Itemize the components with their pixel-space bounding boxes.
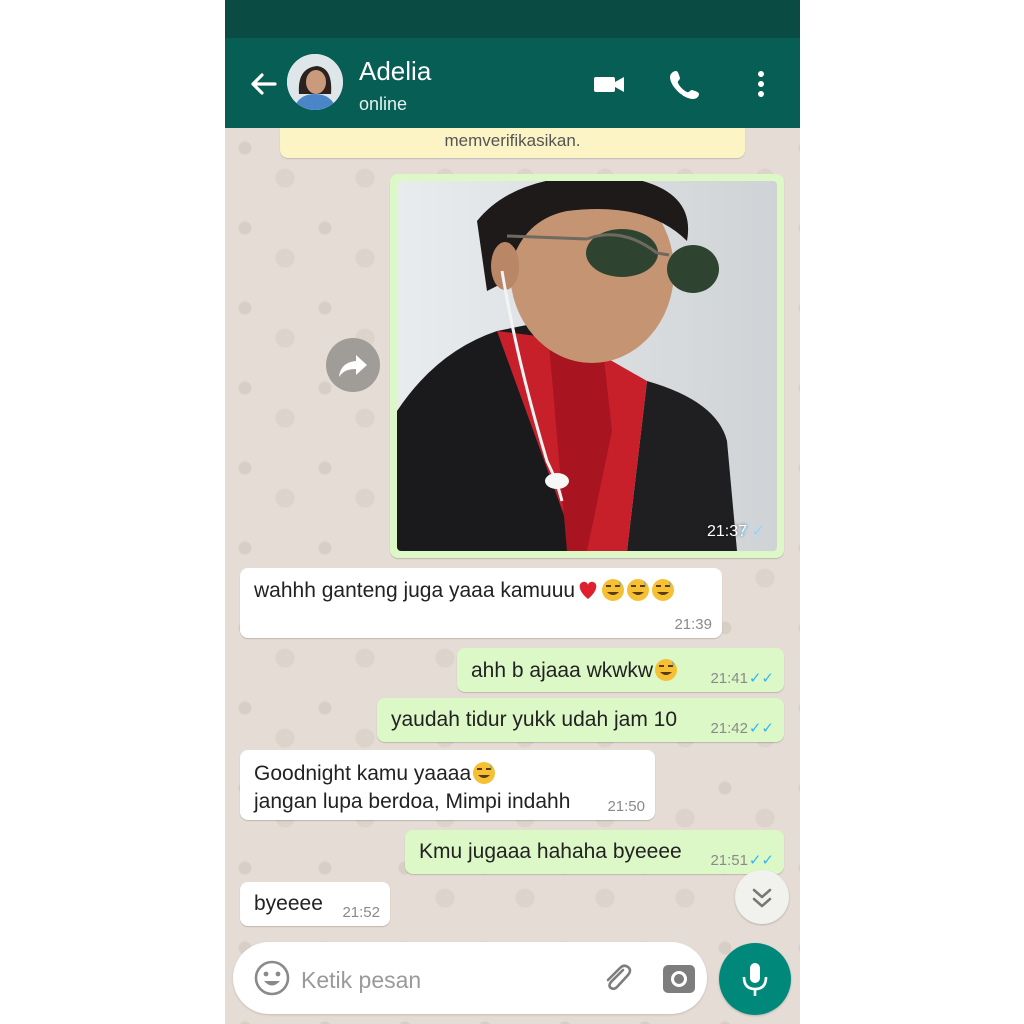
message-text: Goodnight kamu yaaaa jangan lupa berdoa, … [254, 762, 571, 813]
message-time: 21:42 [710, 720, 748, 737]
message-time: 21:39 [674, 616, 712, 633]
sent-photo[interactable]: 21:37 ✓✓ [397, 181, 777, 551]
read-ticks-icon: ✓✓ [738, 523, 765, 540]
chat-header: Adelia online [225, 38, 800, 128]
encryption-notice: memverifikasikan. [280, 128, 745, 158]
attach-icon[interactable] [599, 960, 635, 996]
outgoing-message[interactable]: Kmu jugaaa hahaha byeeee 21:51 ✓✓ [405, 830, 784, 874]
message-time: 21:51 [710, 852, 748, 869]
back-arrow-icon[interactable] [245, 66, 281, 102]
forward-icon[interactable] [326, 338, 380, 392]
sweat-smile-icon [473, 762, 496, 784]
phone-icon[interactable] [667, 66, 703, 102]
incoming-message[interactable]: wahhh ganteng juga yaaa kamuuu 21:39 [240, 568, 722, 638]
sweat-smile-icon [627, 579, 650, 601]
read-ticks-icon: ✓✓ [748, 720, 774, 737]
contact-status: online [359, 94, 408, 114]
message-input[interactable] [299, 964, 583, 996]
mic-icon[interactable] [719, 943, 791, 1015]
message-text: ahh b ajaaa wkwkw [471, 658, 678, 683]
message-text: yaudah tidur yukk udah jam 10 [391, 708, 678, 731]
incoming-message[interactable]: byeeee 21:52 [240, 882, 390, 926]
scroll-down-icon[interactable] [735, 870, 789, 924]
contact-avatar[interactable] [287, 54, 343, 110]
read-ticks-icon: ✓✓ [748, 670, 774, 687]
message-text: byeeee [254, 892, 323, 915]
incoming-message[interactable]: Goodnight kamu yaaaa jangan lupa berdoa, … [240, 750, 655, 820]
chat-area[interactable]: memverifikasikan. 21:37 ✓✓ wahhh ganteng… [225, 128, 800, 1024]
outgoing-message[interactable]: yaudah tidur yukk udah jam 10 21:42 ✓✓ [377, 698, 784, 742]
video-call-icon[interactable] [591, 66, 627, 102]
phone-screen: Adelia online memverifikasikan. 21:37 ✓✓… [225, 0, 800, 1024]
outgoing-message[interactable]: ahh b ajaaa wkwkw 21:41 ✓✓ [457, 648, 784, 692]
camera-icon[interactable] [661, 960, 697, 996]
sweat-smile-icon [602, 579, 625, 601]
message-text: Kmu jugaaa hahaha byeeee [419, 840, 682, 863]
more-vert-icon[interactable] [743, 66, 779, 102]
sweat-smile-icon [655, 659, 678, 681]
message-time: 21:50 [607, 798, 645, 815]
contact-name[interactable]: Adelia [359, 56, 431, 87]
message-text: wahhh ganteng juga yaaa kamuuu [254, 578, 675, 603]
read-ticks-icon: ✓✓ [748, 852, 774, 869]
message-composer [233, 942, 707, 1014]
sweat-smile-icon [652, 579, 675, 601]
red-heart-icon [579, 581, 597, 599]
message-time: 21:52 [342, 904, 380, 921]
emoji-icon[interactable] [253, 959, 291, 997]
image-message[interactable]: 21:37 ✓✓ [390, 174, 784, 558]
message-time: 21:41 [710, 670, 748, 687]
status-bar [225, 0, 800, 38]
